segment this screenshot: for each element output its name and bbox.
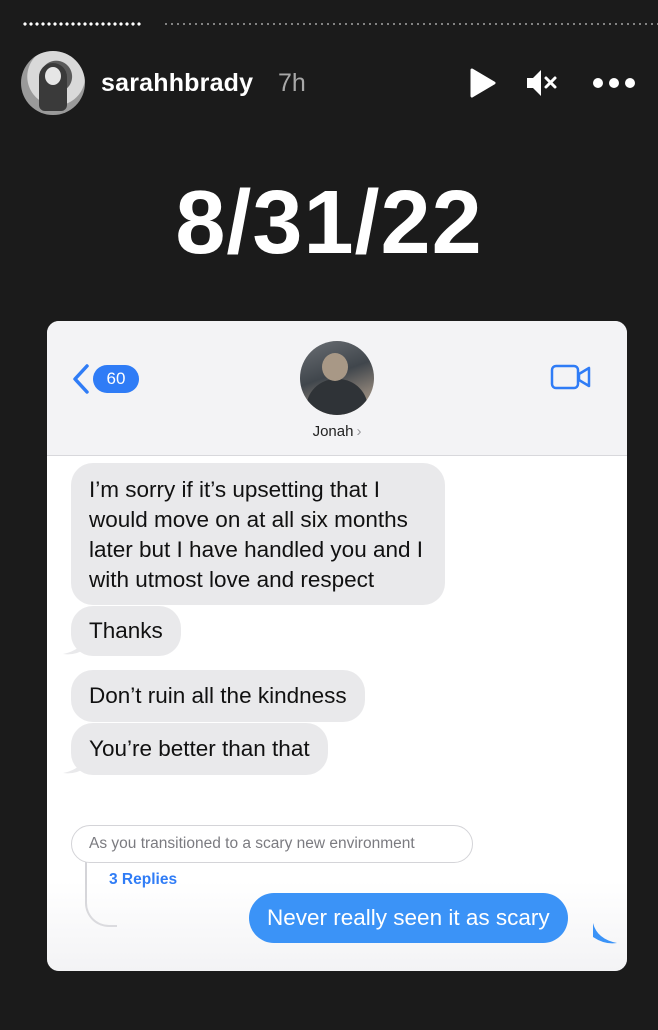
more-icon[interactable] bbox=[591, 65, 637, 101]
progress-track bbox=[162, 23, 658, 25]
received-message: You’re better than that bbox=[71, 723, 328, 775]
mute-icon[interactable] bbox=[524, 65, 560, 101]
chevron-right-icon: › bbox=[356, 423, 362, 440]
sent-message: Never really seen it as scary bbox=[249, 893, 568, 943]
unread-count-badge: 60 bbox=[93, 365, 139, 393]
avatar[interactable] bbox=[21, 51, 85, 115]
timestamp: 7h bbox=[278, 69, 306, 97]
video-call-icon[interactable] bbox=[550, 363, 592, 391]
username[interactable]: sarahhbrady bbox=[101, 69, 253, 98]
contact-avatar[interactable] bbox=[300, 341, 374, 415]
conversation-header: 60 Jonah › bbox=[47, 321, 627, 456]
caption-date: 8/31/22 bbox=[175, 173, 483, 273]
received-message: I’m sorry if it’s upsetting that I would… bbox=[71, 463, 445, 605]
chevron-left-icon bbox=[73, 364, 89, 394]
play-icon[interactable] bbox=[463, 65, 499, 101]
back-button[interactable]: 60 bbox=[71, 361, 161, 397]
story-header: sarahhbrady 7h bbox=[21, 51, 641, 115]
quoted-reply[interactable]: As you transitioned to a scary new envir… bbox=[71, 825, 473, 863]
contact-name-button[interactable]: Jonah › bbox=[47, 423, 627, 440]
story-progress-bar bbox=[22, 22, 658, 26]
bubble-tail bbox=[593, 923, 617, 944]
progress-fill bbox=[22, 22, 143, 26]
replies-link[interactable]: 3 Replies bbox=[109, 871, 177, 889]
received-message: Thanks bbox=[71, 606, 181, 656]
contact-name: Jonah bbox=[312, 423, 354, 440]
received-message: Don’t ruin all the kindness bbox=[71, 670, 365, 722]
message-screenshot: 60 Jonah › I’m sorry if it’s upsetting th… bbox=[47, 321, 627, 971]
